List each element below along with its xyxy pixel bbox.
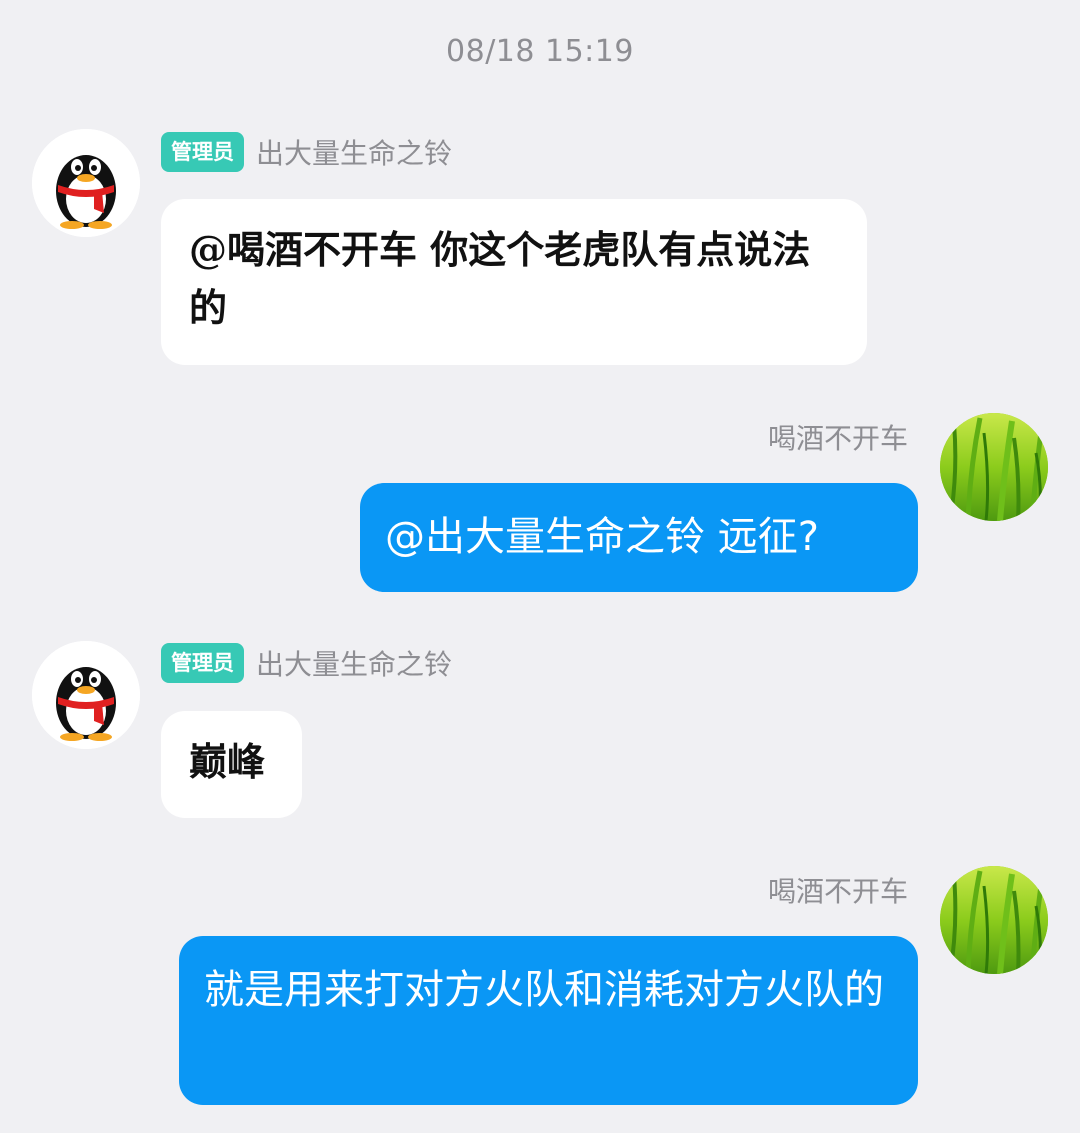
my-avatar[interactable] <box>940 866 1048 974</box>
message-bubble-outgoing[interactable]: 就是用来打对方火队和消耗对方火队的 <box>179 936 918 1105</box>
admin-badge: 管理员 <box>161 643 244 683</box>
my-name: 喝酒不开车 <box>767 875 908 908</box>
qq-penguin-avatar-icon <box>32 129 140 237</box>
message-bubble-incoming[interactable]: 巅峰 <box>161 711 302 818</box>
sender-name[interactable]: 出大量生命之铃 <box>256 132 452 172</box>
grass-avatar-icon <box>940 866 1048 974</box>
my-avatar[interactable] <box>940 413 1048 521</box>
grass-avatar-icon <box>940 413 1048 521</box>
message-text: @出大量生命之铃 远征? <box>385 514 819 560</box>
message-timestamp: 08/18 15:19 <box>446 34 634 69</box>
message-text: 巅峰 <box>189 739 266 784</box>
message-text: 就是用来打对方火队和消耗对方火队的 <box>204 967 884 1013</box>
message-bubble-incoming[interactable]: @喝酒不开车 你这个老虎队有点说法的 <box>161 199 867 365</box>
sender-header: 管理员 出大量生命之铃 <box>161 641 452 685</box>
message-bubble-outgoing[interactable]: @出大量生命之铃 远征? <box>360 483 918 592</box>
admin-badge: 管理员 <box>161 132 244 172</box>
sender-header: 管理员 出大量生命之铃 <box>161 130 452 174</box>
sender-name[interactable]: 出大量生命之铃 <box>256 643 452 683</box>
my-name: 喝酒不开车 <box>767 422 908 455</box>
sender-avatar[interactable] <box>32 129 140 237</box>
sender-avatar[interactable] <box>32 641 140 749</box>
qq-penguin-avatar-icon <box>32 641 140 749</box>
message-text: @喝酒不开车 你这个老虎队有点说法的 <box>189 227 811 330</box>
